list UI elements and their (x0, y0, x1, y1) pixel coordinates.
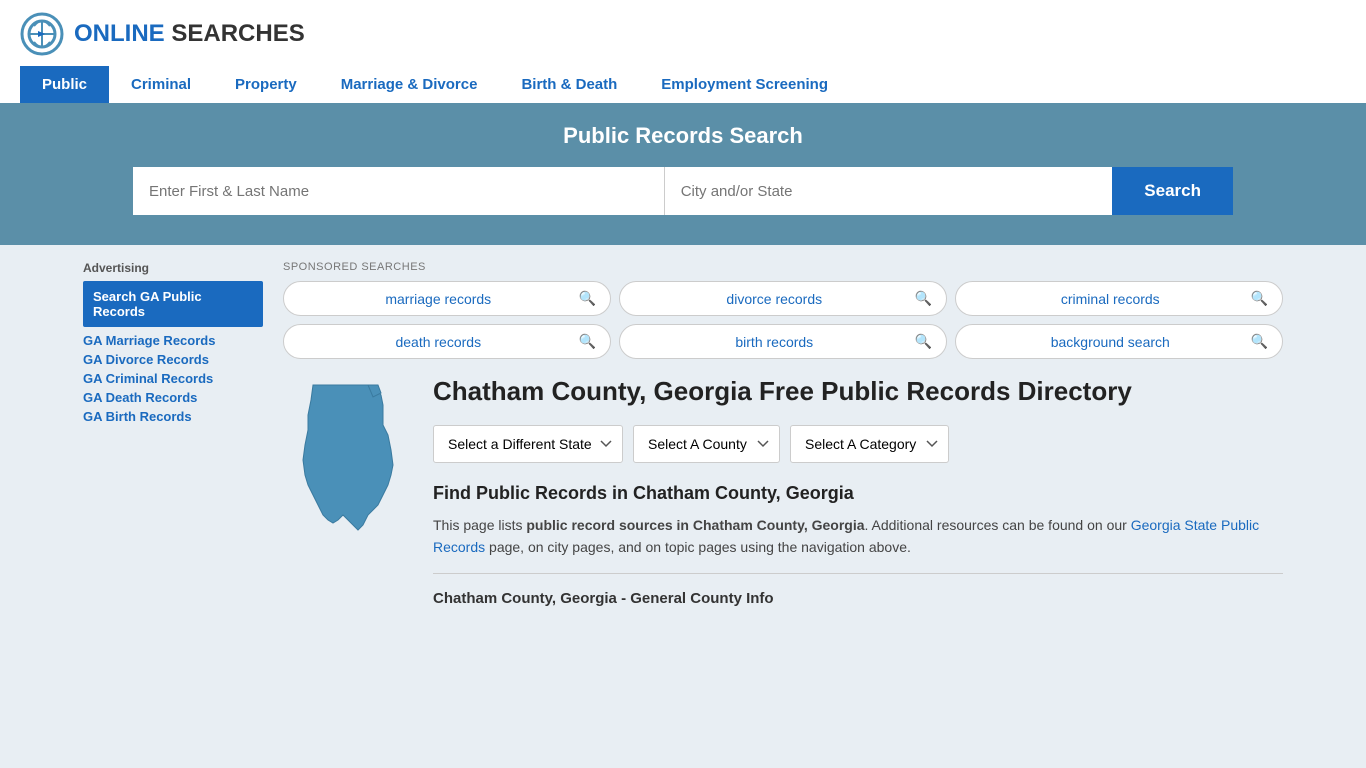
content-area: SPONSORED SEARCHES marriage records 🔍 di… (283, 261, 1283, 607)
dropdowns-row: Select a Different State Select A County… (433, 425, 1283, 463)
main-nav: Public Criminal Property Marriage & Divo… (20, 66, 1346, 103)
search-icon-birth: 🔍 (915, 333, 932, 350)
search-icon-criminal: 🔍 (1251, 290, 1268, 307)
sidebar-ad-label: Advertising (83, 261, 263, 275)
state-dropdown[interactable]: Select a Different State (433, 425, 623, 463)
state-map (283, 375, 413, 607)
search-icon-marriage: 🔍 (579, 290, 596, 307)
sidebar-link-birth[interactable]: GA Birth Records (83, 409, 263, 424)
logo-area: ONLINE SEARCHES (20, 12, 1346, 56)
nav-item-birth-death[interactable]: Birth & Death (499, 66, 639, 103)
sponsored-item-divorce[interactable]: divorce records 🔍 (619, 281, 947, 316)
find-description: This page lists public record sources in… (433, 514, 1283, 559)
directory-section: Chatham County, Georgia Free Public Reco… (283, 375, 1283, 607)
nav-item-public[interactable]: Public (20, 66, 109, 103)
nav-item-marriage-divorce[interactable]: Marriage & Divorce (319, 66, 500, 103)
location-search-input[interactable] (665, 167, 1113, 215)
logo-online: ONLINE (74, 20, 165, 47)
search-icon-death: 🔍 (579, 333, 596, 350)
sidebar-ad-item[interactable]: Search GA Public Records (83, 281, 263, 327)
directory-content: Chatham County, Georgia Free Public Reco… (433, 375, 1283, 607)
logo-searches: SEARCHES (171, 20, 304, 47)
search-icon-background: 🔍 (1251, 333, 1268, 350)
sidebar-link-criminal[interactable]: GA Criminal Records (83, 371, 263, 386)
general-info-title: Chatham County, Georgia - General County… (433, 584, 1283, 607)
sponsored-item-criminal[interactable]: criminal records 🔍 (955, 281, 1283, 316)
georgia-map-svg (283, 375, 403, 535)
sidebar-link-death[interactable]: GA Death Records (83, 390, 263, 405)
sponsored-label: SPONSORED SEARCHES (283, 261, 1283, 273)
hero-title: Public Records Search (40, 123, 1326, 149)
name-search-input[interactable] (133, 167, 665, 215)
sponsored-grid: marriage records 🔍 divorce records 🔍 cri… (283, 281, 1283, 359)
directory-title: Chatham County, Georgia Free Public Reco… (433, 375, 1283, 409)
sidebar: Advertising Search GA Public Records GA … (83, 261, 263, 607)
category-dropdown[interactable]: Select A Category (790, 425, 949, 463)
sponsored-item-death[interactable]: death records 🔍 (283, 324, 611, 359)
search-bar: Search (133, 167, 1233, 215)
sponsored-item-marriage[interactable]: marriage records 🔍 (283, 281, 611, 316)
search-button[interactable]: Search (1112, 167, 1233, 215)
sponsored-item-birth[interactable]: birth records 🔍 (619, 324, 947, 359)
logo-text: ONLINE SEARCHES (74, 20, 305, 48)
sponsored-item-background[interactable]: background search 🔍 (955, 324, 1283, 359)
main-wrapper: Advertising Search GA Public Records GA … (63, 245, 1303, 623)
logo-icon (20, 12, 64, 56)
section-divider (433, 573, 1283, 574)
sidebar-link-divorce[interactable]: GA Divorce Records (83, 352, 263, 367)
nav-item-property[interactable]: Property (213, 66, 319, 103)
sidebar-link-marriage[interactable]: GA Marriage Records (83, 333, 263, 348)
nav-item-employment[interactable]: Employment Screening (639, 66, 850, 103)
hero-section: Public Records Search Search (0, 103, 1366, 245)
county-dropdown[interactable]: Select A County (633, 425, 780, 463)
search-icon-divorce: 🔍 (915, 290, 932, 307)
header: ONLINE SEARCHES Public Criminal Property… (0, 0, 1366, 103)
nav-item-criminal[interactable]: Criminal (109, 66, 213, 103)
find-title: Find Public Records in Chatham County, G… (433, 483, 1283, 504)
